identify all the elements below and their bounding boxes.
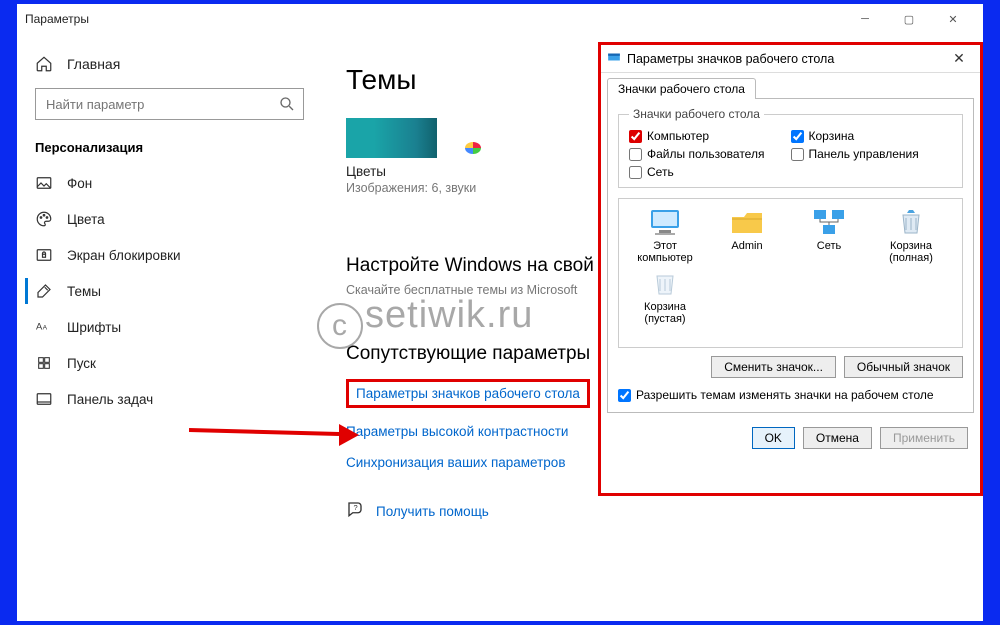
home-item[interactable]: Главная xyxy=(25,46,314,82)
sidebar-item-label: Фон xyxy=(67,176,92,191)
change-icon-button[interactable]: Сменить значок... xyxy=(711,356,836,378)
icon-recycle-empty[interactable]: Корзина (пустая) xyxy=(625,268,705,325)
sidebar-item-label: Экран блокировки xyxy=(67,248,181,263)
icon-this-pc[interactable]: Этот компьютер xyxy=(625,207,705,264)
dialog-body: Значки рабочего стола Компьютер Корзина … xyxy=(607,98,974,413)
dialog-titlebar: Параметры значков рабочего стола ✕ xyxy=(601,45,980,73)
group-legend: Значки рабочего стола xyxy=(629,107,764,121)
search-wrap xyxy=(35,88,304,120)
home-icon xyxy=(35,55,53,73)
link-get-help[interactable]: Получить помощь xyxy=(376,504,489,519)
titlebar: Параметры ─ ▢ ✕ xyxy=(17,4,983,34)
icon-network[interactable]: Сеть xyxy=(789,207,869,264)
dialog-close-button[interactable]: ✕ xyxy=(944,50,974,67)
search-icon xyxy=(278,95,296,113)
sidebar-item-lockscreen[interactable]: Экран блокировки xyxy=(25,237,314,273)
sidebar-item-label: Шрифты xyxy=(67,320,121,335)
desktop-icon-dialog: Параметры значков рабочего стола ✕ Значк… xyxy=(598,42,983,496)
search-input[interactable] xyxy=(35,88,304,120)
check-network[interactable]: Сеть xyxy=(629,165,791,179)
help-icon: ? xyxy=(346,500,364,523)
icon-preview-list: Этот компьютер Admin Сеть Корзина (полна… xyxy=(618,198,963,348)
section-heading: Персонализация xyxy=(25,132,314,165)
dialog-title: Параметры значков рабочего стола xyxy=(627,52,834,66)
picture-icon xyxy=(35,174,53,192)
sidebar-item-themes[interactable]: Темы xyxy=(25,273,314,309)
start-icon xyxy=(35,354,53,372)
tab-desktop-icons[interactable]: Значки рабочего стола xyxy=(607,78,756,99)
default-icon-button[interactable]: Обычный значок xyxy=(844,356,963,378)
check-computer[interactable]: Компьютер xyxy=(629,129,791,143)
icon-admin[interactable]: Admin xyxy=(707,207,787,264)
lockscreen-icon xyxy=(35,246,53,264)
sidebar-item-label: Темы xyxy=(67,284,101,299)
link-desktop-icon-settings[interactable]: Параметры значков рабочего стола xyxy=(346,379,590,408)
settings-window: Параметры ─ ▢ ✕ Главная Персонализация xyxy=(17,4,983,621)
palette-icon xyxy=(35,210,53,228)
desktop-icons-group: Значки рабочего стола Компьютер Корзина … xyxy=(618,107,963,188)
apply-button[interactable]: Применить xyxy=(880,427,968,449)
check-user-files[interactable]: Файлы пользователя xyxy=(629,147,791,161)
minimize-button[interactable]: ─ xyxy=(843,4,887,34)
taskbar-icon xyxy=(35,390,53,408)
icon-recycle-full[interactable]: Корзина (полная) xyxy=(871,207,951,264)
brush-icon xyxy=(35,282,53,300)
cancel-button[interactable]: Отмена xyxy=(803,427,872,449)
maximize-button[interactable]: ▢ xyxy=(887,4,931,34)
sidebar: Главная Персонализация Фон Цвета Экран б… xyxy=(17,34,322,621)
sidebar-item-start[interactable]: Пуск xyxy=(25,345,314,381)
ok-button[interactable]: OK xyxy=(752,427,795,449)
window-title: Параметры xyxy=(25,12,89,26)
sidebar-item-background[interactable]: Фон xyxy=(25,165,314,201)
home-label: Главная xyxy=(67,56,120,72)
font-icon: AA xyxy=(35,318,53,336)
sidebar-item-taskbar[interactable]: Панель задач xyxy=(25,381,314,417)
sidebar-item-label: Пуск xyxy=(67,356,96,371)
check-recycle-bin[interactable]: Корзина xyxy=(791,129,953,143)
theme-thumbnail[interactable] xyxy=(346,118,486,158)
sidebar-item-colors[interactable]: Цвета xyxy=(25,201,314,237)
sidebar-item-fonts[interactable]: AA Шрифты xyxy=(25,309,314,345)
sidebar-item-label: Панель задач xyxy=(67,392,153,407)
close-button[interactable]: ✕ xyxy=(931,4,975,34)
sidebar-item-label: Цвета xyxy=(67,212,105,227)
palette-dot-icon xyxy=(465,142,481,154)
svg-text:?: ? xyxy=(354,503,358,512)
svg-text:A: A xyxy=(36,322,43,332)
dialog-app-icon xyxy=(607,50,621,67)
check-control-panel[interactable]: Панель управления xyxy=(791,147,953,161)
allow-themes-checkbox[interactable]: Разрешить темам изменять значки на рабоч… xyxy=(618,388,963,402)
svg-text:A: A xyxy=(43,325,48,332)
